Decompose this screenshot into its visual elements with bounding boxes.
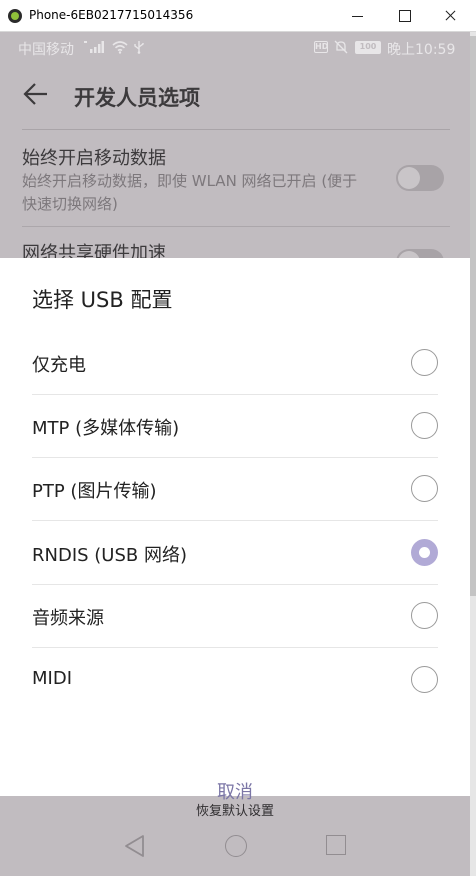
status-bar: 中国移动 HD 100 晚上10:59	[0, 32, 470, 64]
wifi-icon	[112, 41, 128, 54]
dialog-title: 选择 USB 配置	[32, 288, 173, 312]
back-arrow-icon[interactable]	[22, 80, 50, 108]
option-label: MTP (多媒体传输)	[32, 418, 180, 439]
window-title: Phone-6EB0217715014356	[29, 8, 194, 22]
setting-subtitle: 始终开启移动数据，即使 WLAN 网络已开启 (便于快速切换网络)	[22, 172, 358, 213]
option-mtp[interactable]: MTP (多媒体传输)	[0, 395, 470, 458]
maximize-button[interactable]	[386, 4, 422, 28]
android-app-icon	[8, 9, 22, 23]
minimize-button[interactable]	[340, 4, 376, 28]
page-title: 开发人员选项	[74, 86, 200, 110]
option-label: 仅充电	[32, 355, 86, 376]
close-button[interactable]	[432, 4, 468, 28]
carrier-label: 中国移动	[18, 42, 74, 58]
nav-back-icon[interactable]	[121, 832, 149, 860]
mute-icon	[334, 40, 348, 54]
option-label: MIDI	[32, 668, 73, 689]
app-bar	[0, 64, 470, 128]
nav-home-icon[interactable]	[225, 835, 247, 857]
nav-recent-apps-icon[interactable]	[326, 835, 346, 855]
radio-button[interactable]	[411, 349, 438, 376]
radio-button[interactable]	[411, 412, 438, 439]
window-titlebar: Phone-6EB0217715014356	[0, 0, 476, 32]
mobile-data-toggle[interactable]	[396, 165, 444, 191]
radio-button-selected[interactable]	[411, 539, 438, 566]
usb-icon	[134, 41, 144, 54]
option-midi[interactable]: MIDI	[0, 649, 470, 712]
radio-button[interactable]	[411, 602, 438, 629]
navigation-bar	[0, 822, 470, 876]
option-label: PTP (图片传输)	[32, 481, 157, 502]
option-charge-only[interactable]: 仅充电	[0, 332, 470, 395]
option-audio-source[interactable]: 音频来源	[0, 585, 470, 648]
setting-always-on-mobile-data[interactable]: 始终开启移动数据 始终开启移动数据，即使 WLAN 网络已开启 (便于快速切换网…	[0, 130, 470, 226]
signal-icon	[84, 41, 104, 53]
usb-config-dialog: 选择 USB 配置 仅充电 MTP (多媒体传输) PTP (图片传输) RND…	[0, 258, 470, 803]
option-divider	[32, 647, 438, 648]
option-rndis[interactable]: RNDIS (USB 网络)	[0, 522, 470, 585]
radio-button[interactable]	[411, 475, 438, 502]
battery-icon: 100	[355, 41, 381, 54]
option-divider	[32, 520, 438, 521]
scrollbar[interactable]	[470, 32, 476, 876]
hd-voice-icon: HD	[314, 41, 329, 53]
setting-title: 始终开启移动数据	[22, 148, 166, 169]
phone-screen: 中国移动 HD 100 晚上10:59 开发人员选项 始终开启移动数据 始终开启…	[0, 32, 470, 876]
radio-button[interactable]	[411, 666, 438, 693]
status-clock: 晚上10:59	[387, 42, 456, 58]
option-label: 音频来源	[32, 608, 104, 629]
restore-defaults-button[interactable]: 恢复默认设置	[0, 800, 470, 819]
option-ptp[interactable]: PTP (图片传输)	[0, 458, 470, 521]
option-label: RNDIS (USB 网络)	[32, 545, 188, 566]
scrollbar-thumb[interactable]	[470, 36, 476, 596]
